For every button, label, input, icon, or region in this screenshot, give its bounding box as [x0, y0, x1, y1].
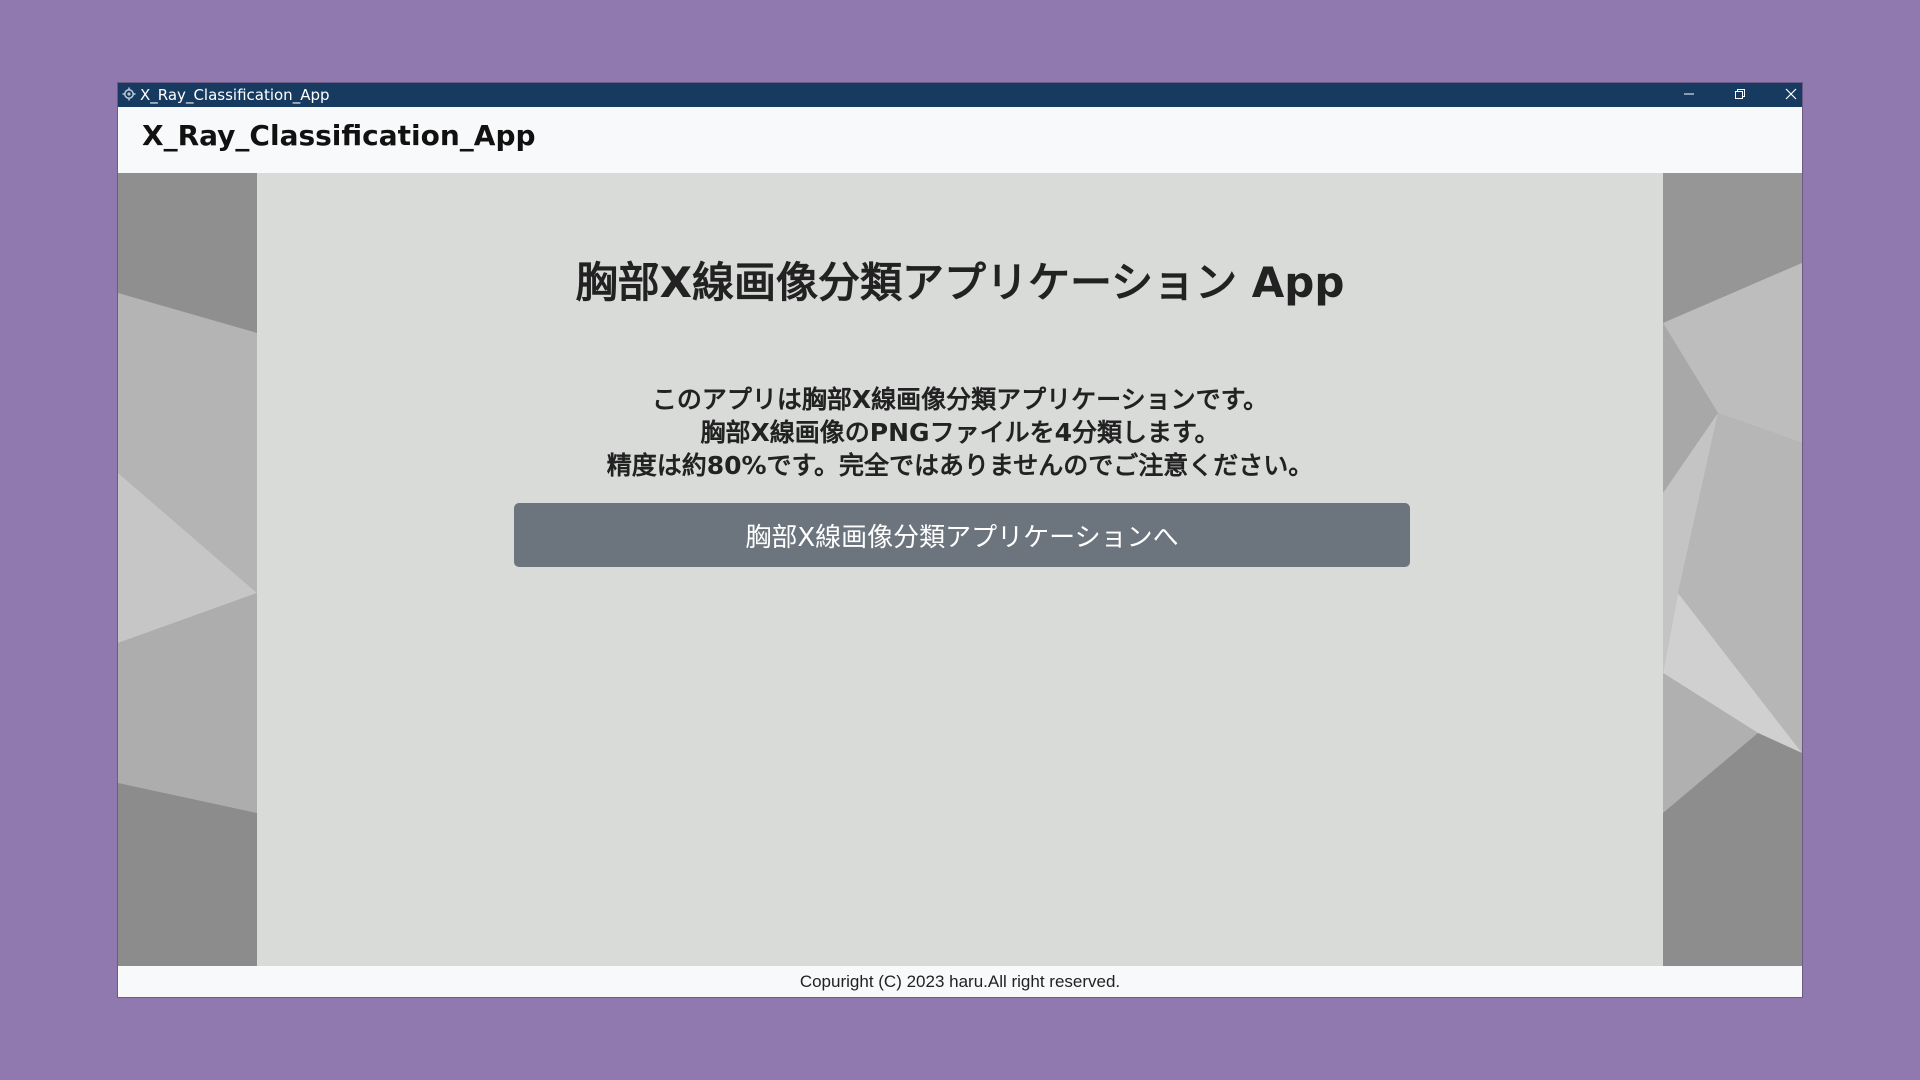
close-button[interactable]	[1766, 83, 1816, 107]
maximize-button[interactable]	[1715, 83, 1765, 107]
window-titlebar[interactable]: X_Ray_Classification_App	[118, 83, 1802, 107]
app-window: X_Ray_Classification_App X_Ray_Classific…	[118, 83, 1802, 997]
go-to-classifier-button[interactable]: 胸部X線画像分類アプリケーションへ	[514, 503, 1410, 567]
gear-icon	[122, 87, 136, 101]
description-line: このアプリは胸部X線画像分類アプリケーションです。	[651, 385, 1269, 414]
jumbotron-panel: 胸部X線画像分類アプリケーション App このアプリは胸部X線画像分類アプリケー…	[257, 173, 1663, 966]
page-title: 胸部X線画像分類アプリケーション App	[575, 258, 1345, 307]
app-description: このアプリは胸部X線画像分類アプリケーションです。 胸部X線画像のPNGファイル…	[257, 383, 1663, 482]
navbar-brand[interactable]: X_Ray_Classification_App	[142, 119, 536, 152]
main-content: 胸部X線画像分類アプリケーション App このアプリは胸部X線画像分類アプリケー…	[118, 173, 1802, 966]
description-line: 胸部X線画像のPNGファイルを4分類します。	[700, 418, 1220, 447]
minimize-icon	[1683, 86, 1695, 104]
window-title: X_Ray_Classification_App	[140, 86, 330, 104]
restore-icon	[1734, 86, 1746, 104]
description-line: 精度は約80%です。完全ではありませんのでご注意ください。	[606, 451, 1314, 480]
app-navbar: X_Ray_Classification_App	[118, 107, 1802, 173]
minimize-button[interactable]	[1664, 83, 1714, 107]
copyright-text: Copuright (C) 2023 haru.All right reserv…	[799, 972, 1121, 991]
close-icon	[1785, 86, 1797, 104]
page-footer: Copuright (C) 2023 haru.All right reserv…	[118, 966, 1802, 997]
